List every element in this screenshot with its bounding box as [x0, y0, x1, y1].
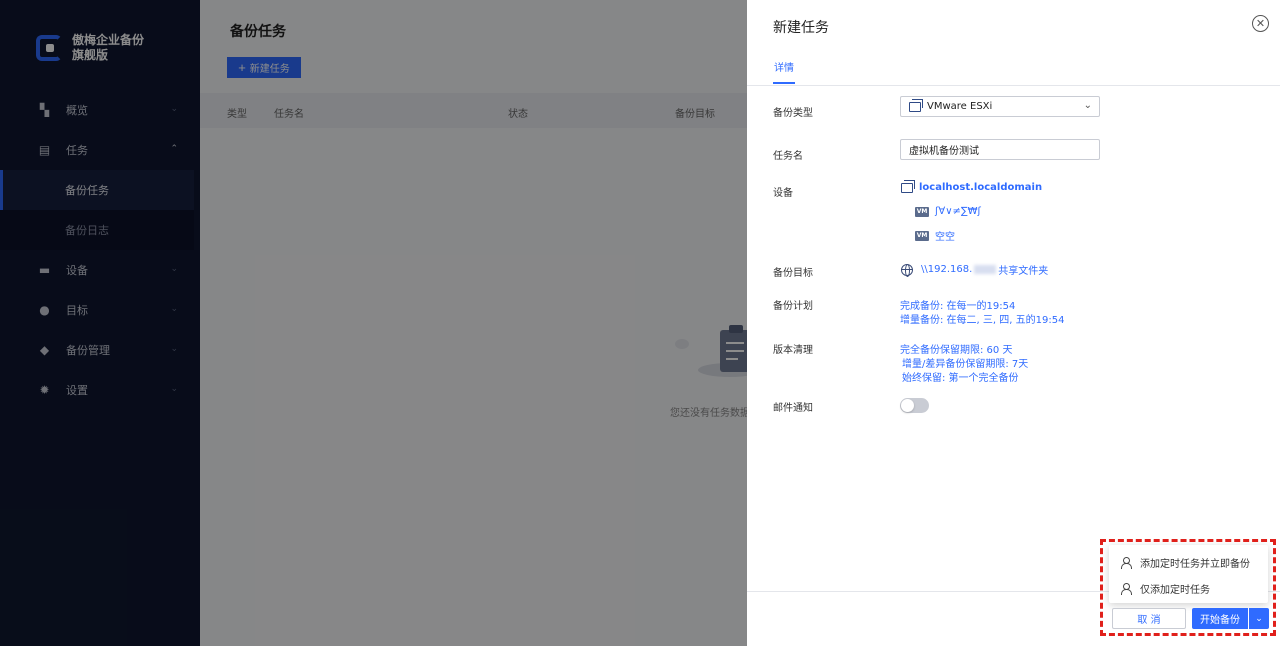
schedule-full[interactable]: 完成备份: 在每一的19:54: [900, 297, 1015, 312]
host-icon: [901, 179, 915, 193]
cancel-button[interactable]: 取 消: [1112, 608, 1186, 629]
chevron-down-icon: ⌄: [1083, 100, 1092, 111]
vmware-icon: [909, 98, 923, 112]
user-icon: [1121, 582, 1132, 595]
tab-active-indicator: [773, 82, 795, 84]
vm-item[interactable]: VM 空空: [915, 228, 955, 243]
email-toggle[interactable]: [900, 398, 929, 413]
tab-divider: [747, 85, 1280, 86]
vm-item[interactable]: VM ʃ∀∨≠∑₩ʃ: [915, 206, 981, 217]
backup-type-label: 备份类型: [773, 108, 813, 119]
target-prefix: \\192.168.: [921, 264, 973, 275]
device-host-name: localhost.localdomain: [919, 182, 1043, 193]
schedule-label: 备份计划: [773, 301, 813, 312]
backup-target-label: 备份目标: [773, 268, 813, 279]
vm-icon: VM: [915, 230, 929, 241]
redacted-ip: [974, 265, 997, 274]
user-icon: [1121, 556, 1132, 569]
target-suffix: 共享文件夹: [998, 266, 1049, 277]
modal-overlay[interactable]: [0, 0, 747, 646]
menu-item-label: 添加定时任务并立即备份: [1140, 558, 1250, 570]
start-backup-dropdown-toggle[interactable]: ⌄: [1249, 608, 1269, 629]
globe-icon: [901, 263, 913, 277]
cleanup-full[interactable]: 完全备份保留期限: 60 天: [900, 341, 1012, 356]
cleanup-label: 版本清理: [773, 345, 813, 356]
email-label: 邮件通知: [773, 403, 813, 414]
backup-target-link[interactable]: \\192.168. 共享文件夹: [901, 262, 1048, 277]
start-backup-menu: 添加定时任务并立即备份 仅添加定时任务: [1109, 545, 1268, 603]
menu-item-add-only[interactable]: 仅添加定时任务: [1121, 578, 1210, 598]
vm-name: ʃ∀∨≠∑₩ʃ: [935, 206, 981, 217]
cleanup-incremental[interactable]: 增量/差异备份保留期限: 7天: [902, 355, 1028, 370]
schedule-incremental[interactable]: 增量备份: 在每二, 三, 四, 五的19:54: [900, 311, 1064, 326]
close-icon: ✕: [1255, 17, 1266, 30]
menu-item-label: 仅添加定时任务: [1140, 584, 1210, 596]
device-host[interactable]: localhost.localdomain: [901, 179, 1043, 193]
cleanup-keep[interactable]: 始终保留: 第一个完全备份: [902, 369, 1019, 384]
device-label: 设备: [773, 188, 793, 199]
vm-icon: VM: [915, 206, 929, 217]
backup-type-value: VMware ESXi: [927, 101, 993, 112]
task-name-label: 任务名: [773, 151, 803, 162]
backup-type-select[interactable]: VMware ESXi ⌄: [900, 96, 1100, 117]
task-name-input[interactable]: 虚拟机备份测试: [900, 139, 1100, 160]
tab-details[interactable]: 详情: [774, 59, 794, 74]
menu-item-add-and-backup[interactable]: 添加定时任务并立即备份: [1121, 552, 1250, 572]
vm-name: 空空: [935, 232, 955, 243]
chevron-down-icon: ⌄: [1255, 613, 1263, 624]
panel-title: 新建任务: [773, 20, 829, 36]
start-backup-button[interactable]: 开始备份: [1192, 608, 1248, 629]
close-button[interactable]: ✕: [1252, 15, 1269, 32]
